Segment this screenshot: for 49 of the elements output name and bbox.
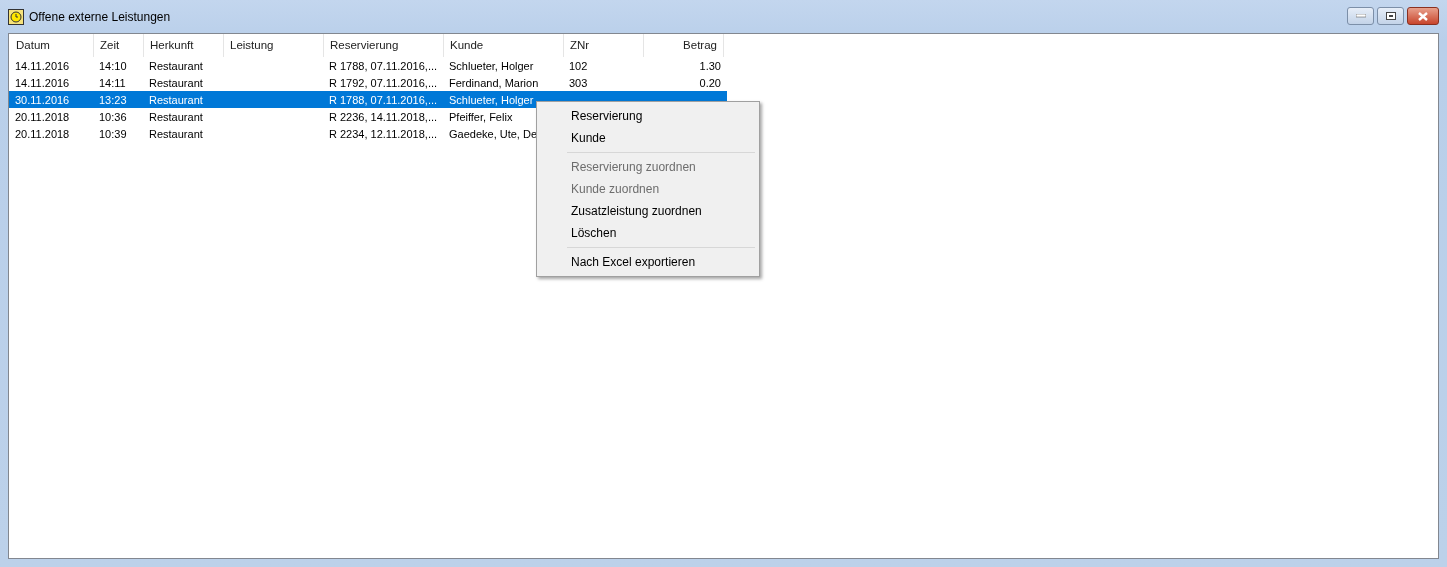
menu-item[interactable]: Zusatzleistung zuordnen (539, 200, 757, 222)
table-cell: 10:36 (99, 110, 127, 123)
column-header[interactable]: Herkunft (144, 34, 224, 57)
menu-item[interactable]: Kunde (539, 127, 757, 149)
table-cell: 102 (569, 59, 588, 72)
table-cell: Restaurant (149, 59, 203, 72)
table-cell: Pfeiffer, Felix (449, 110, 513, 123)
column-header[interactable]: Leistung (224, 34, 324, 57)
close-button[interactable] (1407, 7, 1439, 25)
table-cell: 14.11.2016 (15, 76, 70, 89)
table-cell: R 1788, 07.11.2016,... (329, 59, 438, 72)
menu-item[interactable]: Reservierung (539, 105, 757, 127)
table-cell: 14.11.2016 (15, 59, 70, 72)
table-cell: Restaurant (149, 110, 203, 123)
table-cell: Restaurant (149, 93, 203, 106)
table-cell: Schlueter, Holger (449, 59, 534, 72)
table-cell: R 1788, 07.11.2016,... (329, 93, 438, 106)
table-cell: 14:11 (99, 76, 126, 89)
table-cell: R 2236, 14.11.2018,... (329, 110, 438, 123)
table-cell: R 2234, 12.11.2018,... (329, 127, 438, 140)
table-cell: 20.11.2018 (15, 127, 70, 140)
table-cell: Schlueter, Holger (449, 93, 534, 106)
table-cell: 303 (569, 76, 588, 89)
column-header[interactable]: Kunde (444, 34, 564, 57)
menu-item[interactable]: Nach Excel exportieren (539, 251, 757, 273)
table-cell: 13:23 (99, 93, 127, 106)
menu-item[interactable]: Löschen (539, 222, 757, 244)
clock-icon (8, 8, 24, 25)
minimize-icon (1355, 14, 1366, 18)
column-header[interactable]: Reservierung (324, 34, 444, 57)
window-title: Offene externe Leistungen (29, 9, 171, 24)
table-cell: 20.11.2018 (15, 110, 70, 123)
maximize-icon (1385, 12, 1396, 20)
column-header[interactable]: Betrag (644, 34, 724, 57)
table-cell: 0.20 (699, 76, 721, 89)
table-cell: Restaurant (149, 127, 203, 140)
table-cell: 1.30 (699, 59, 721, 72)
column-header[interactable]: Zeit (94, 34, 144, 57)
column-header[interactable]: Datum (10, 34, 94, 57)
table-cell: Restaurant (149, 76, 203, 89)
table-cell: 14:10 (99, 59, 127, 72)
table-cell: Gaedeke, Ute, De (449, 127, 538, 140)
maximize-button[interactable] (1377, 7, 1404, 25)
column-header[interactable]: ZNr (564, 34, 644, 57)
table-cell: R 1792, 07.11.2016,... (329, 76, 438, 89)
close-icon (1417, 11, 1429, 21)
table-cell: 10:39 (99, 127, 127, 140)
table-cell: Ferdinand, Marion (449, 76, 539, 89)
table-cell: 30.11.2016 (15, 93, 70, 106)
